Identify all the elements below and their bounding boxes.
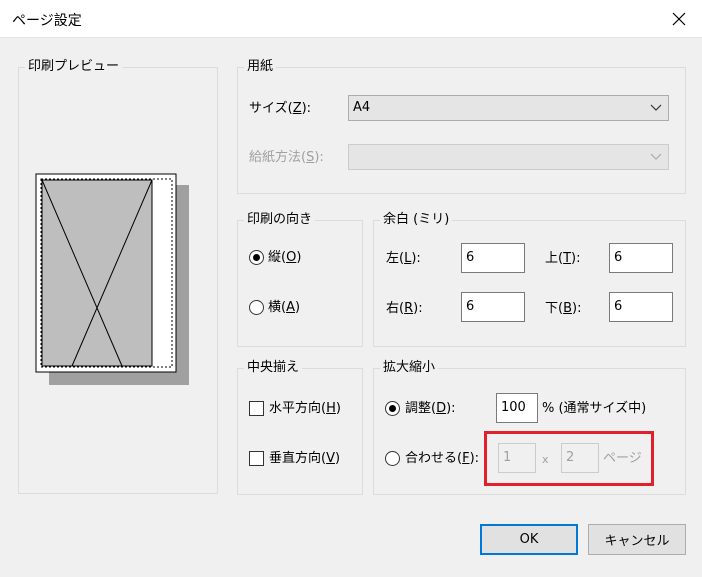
ok-button[interactable]: OK: [480, 524, 578, 555]
close-button[interactable]: [656, 0, 702, 38]
landscape-radio[interactable]: [249, 300, 264, 315]
margin-right-label: 右(R):: [386, 301, 423, 316]
center-horizontal-label: 水平方向(H): [269, 401, 341, 416]
cancel-button[interactable]: キャンセル: [588, 524, 686, 555]
chevron-down-icon: [650, 104, 662, 111]
margin-bottom-label: 下(B):: [545, 301, 582, 316]
margin-left-input[interactable]: 6: [461, 243, 525, 273]
scale-legend: 拡大縮小: [380, 360, 439, 376]
window-title: ページ設定: [12, 13, 82, 29]
margin-top-input[interactable]: 6: [609, 243, 673, 273]
margin-left-label: 左(L):: [386, 251, 421, 266]
portrait-radio[interactable]: [249, 250, 264, 265]
center-vertical-label: 垂直方向(V): [269, 451, 341, 466]
portrait-label: 縦(O): [268, 250, 302, 265]
center-legend: 中央揃え: [244, 360, 303, 376]
fit-label: 合わせる(F):: [405, 451, 480, 466]
preview-group: 印刷プレビュー: [18, 59, 218, 494]
adjust-percent-input[interactable]: 100: [496, 393, 538, 423]
orientation-legend: 印刷の向き: [244, 212, 316, 228]
margins-group: 余白 (ミリ): [373, 212, 686, 347]
paper-size-value: A4: [353, 100, 371, 115]
chevron-down-icon: [650, 153, 662, 160]
landscape-label: 横(A): [268, 300, 301, 315]
center-vertical-checkbox[interactable]: [249, 451, 264, 466]
page-preview-image: [35, 173, 189, 385]
title-bar: ページ設定: [0, 0, 702, 38]
highlight-box: [484, 431, 654, 486]
adjust-radio[interactable]: [385, 401, 400, 416]
paper-size-select[interactable]: A4: [348, 95, 669, 121]
paper-source-label: 給紙方法(S):: [249, 150, 324, 165]
margin-top-label: 上(T):: [545, 251, 581, 266]
adjust-suffix: % (通常サイズ中): [542, 401, 647, 416]
center-group: 中央揃え: [237, 360, 363, 495]
close-icon: [672, 12, 686, 26]
center-horizontal-checkbox[interactable]: [249, 401, 264, 416]
paper-group: 用紙: [237, 59, 686, 194]
margin-right-input[interactable]: 6: [461, 292, 525, 322]
paper-source-select[interactable]: [348, 144, 669, 170]
paper-size-label: サイズ(Z):: [249, 101, 312, 116]
orientation-group: 印刷の向き: [237, 212, 363, 347]
paper-legend: 用紙: [244, 59, 277, 75]
margin-bottom-input[interactable]: 6: [609, 292, 673, 322]
fit-radio[interactable]: [385, 451, 400, 466]
margins-legend: 余白 (ミリ): [380, 212, 453, 228]
adjust-label: 調整(D):: [405, 401, 456, 416]
